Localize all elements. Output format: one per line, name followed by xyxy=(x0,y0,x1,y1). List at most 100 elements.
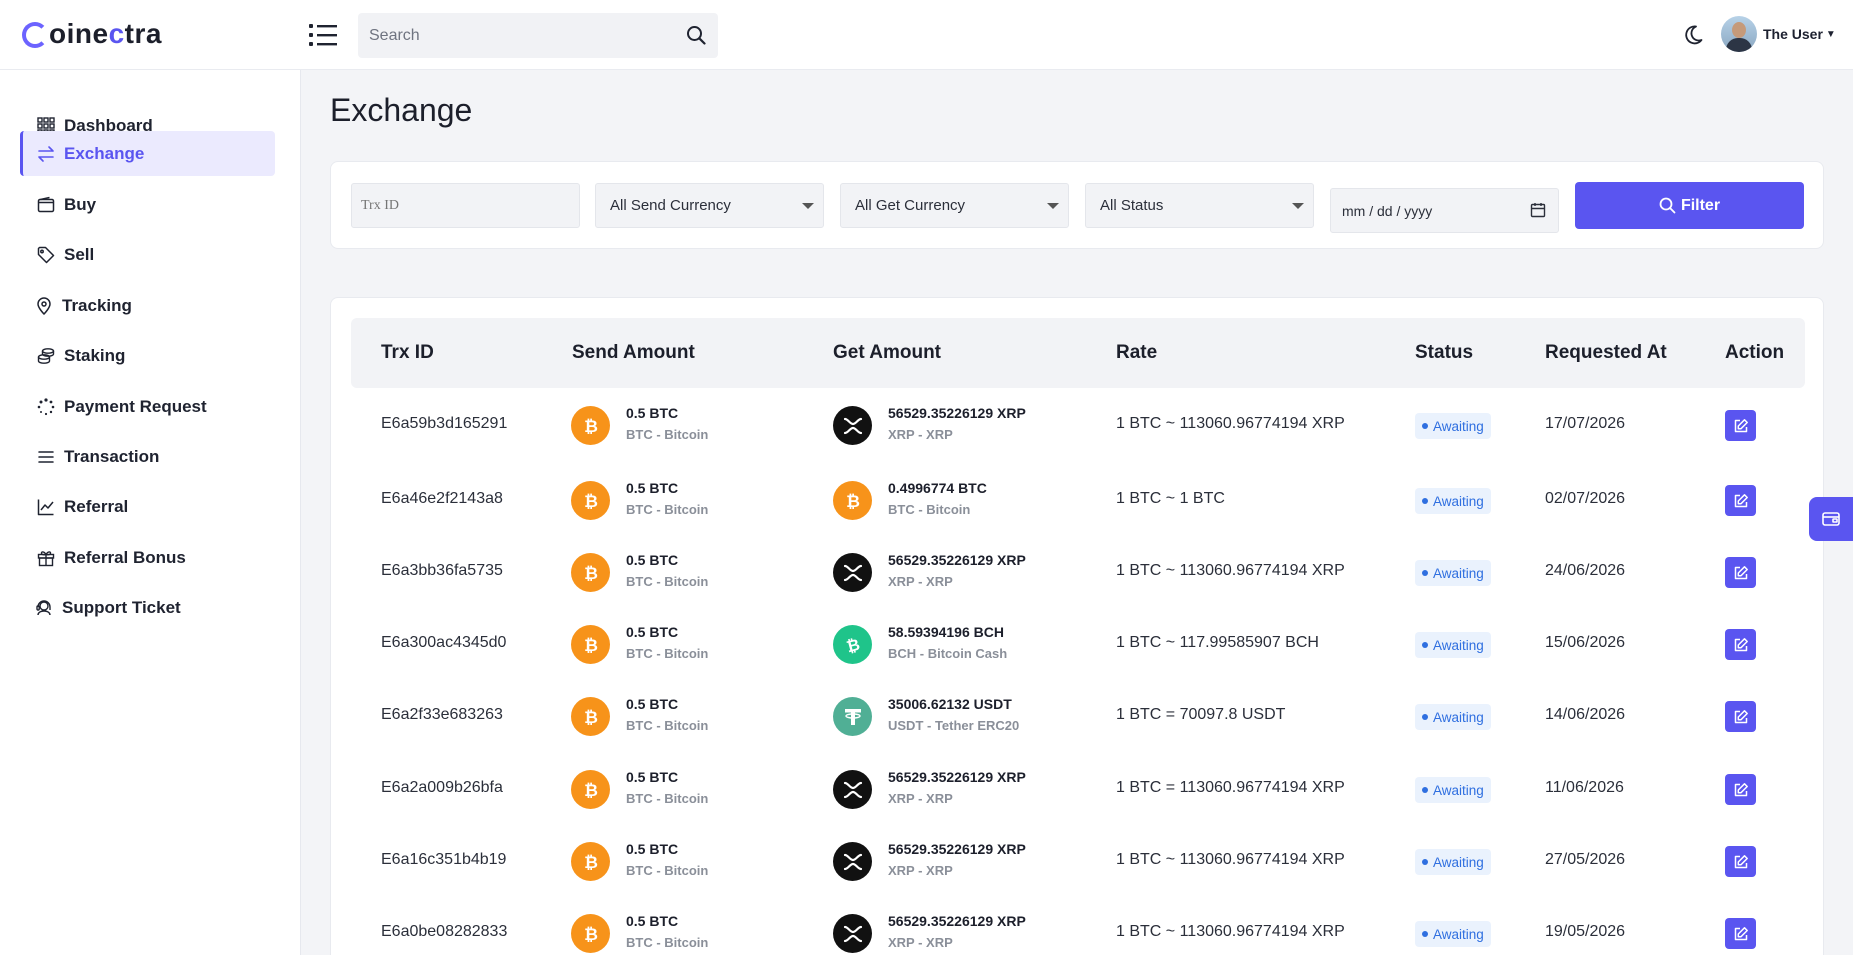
get-currency-select[interactable]: All Get Currency xyxy=(840,183,1069,228)
edit-button[interactable] xyxy=(1725,846,1756,877)
status-badge: Awaiting xyxy=(1415,704,1491,730)
rate: 1 BTC ~ 113060.96774194 XRP xyxy=(1116,562,1345,579)
rate: 1 BTC = 113060.96774194 XRP xyxy=(1116,779,1345,796)
edit-button[interactable] xyxy=(1725,557,1756,588)
date-input[interactable]: mm / dd / yyyy xyxy=(1330,188,1559,233)
svg-text:₿: ₿ xyxy=(584,492,598,512)
tag-icon xyxy=(36,245,56,265)
sidebar-item-referral-bonus[interactable]: Referral Bonus xyxy=(20,535,275,580)
requested-at: 24/06/2026 xyxy=(1545,562,1626,579)
send-currency-select[interactable]: All Send Currency xyxy=(595,183,824,228)
status-select[interactable]: All Status xyxy=(1085,183,1314,228)
rate: 1 BTC ~ 113060.96774194 XRP xyxy=(1116,923,1345,940)
sidebar-item-label: Tracking xyxy=(62,295,132,315)
app-logo[interactable]: oinectra xyxy=(22,18,162,50)
floating-wallet-button[interactable] xyxy=(1809,497,1853,541)
svg-text:₿: ₿ xyxy=(584,564,598,584)
sidebar-item-referral[interactable]: Referral xyxy=(20,484,275,529)
avatar xyxy=(1721,16,1757,52)
page-title: Exchange xyxy=(330,92,473,128)
get-amount: 56529.35226129 XRP XRP - XRP xyxy=(888,405,1026,442)
headset-icon xyxy=(34,598,54,618)
sidebar: Dashboard Exchange Buy Sell Tracking Sta… xyxy=(0,70,301,955)
svg-text:₿: ₿ xyxy=(846,492,860,512)
sidebar-item-staking[interactable]: Staking xyxy=(20,333,275,378)
status-badge: Awaiting xyxy=(1415,560,1491,586)
edit-button[interactable] xyxy=(1725,918,1756,949)
sidebar-item-sell[interactable]: Sell xyxy=(20,232,275,277)
wallet-icon xyxy=(36,195,56,215)
send-amount: 0.5 BTC BTC - Bitcoin xyxy=(626,480,709,517)
xrp-coin-icon xyxy=(833,914,872,953)
requested-at: 19/05/2026 xyxy=(1545,923,1626,940)
sidebar-item-buy[interactable]: Buy xyxy=(20,182,275,227)
send-amount: 0.5 BTC BTC - Bitcoin xyxy=(626,841,709,878)
menu-toggle-icon[interactable] xyxy=(308,21,338,49)
requested-at: 15/06/2026 xyxy=(1545,634,1626,651)
edit-button[interactable] xyxy=(1725,485,1756,516)
filter-button[interactable]: Filter xyxy=(1575,182,1804,229)
chevron-down-icon: ▼ xyxy=(1825,28,1836,40)
sidebar-item-exchange[interactable]: Exchange xyxy=(20,131,275,176)
trx-id: E6a2f33e683263 xyxy=(381,706,503,723)
edit-button[interactable] xyxy=(1725,410,1756,441)
sidebar-item-payment-request[interactable]: Payment Request xyxy=(20,384,275,429)
requested-at: 02/07/2026 xyxy=(1545,490,1626,507)
coins-stack-icon xyxy=(36,346,56,366)
table-row: E6a3bb36fa5735 ₿ 0.5 BTC BTC - Bitcoin 56529… xyxy=(331,536,1823,609)
edit-icon xyxy=(1734,709,1748,723)
status-badge: Awaiting xyxy=(1415,921,1491,947)
sidebar-item-label: Referral xyxy=(64,496,129,516)
column-header-trx-id: Trx ID xyxy=(381,342,434,363)
sidebar-item-tracking[interactable]: Tracking xyxy=(20,283,275,328)
search-icon[interactable] xyxy=(686,25,706,45)
status-dot xyxy=(1422,423,1428,429)
dark-mode-toggle-icon[interactable] xyxy=(1682,24,1704,46)
top-bar: oinectra The User ▼ xyxy=(0,0,1853,70)
bch-coin-icon: ₿ xyxy=(833,625,872,664)
status-dot xyxy=(1422,642,1428,648)
search-input[interactable] xyxy=(358,26,658,45)
sidebar-item-transaction[interactable]: Transaction xyxy=(20,434,275,479)
dropdown-arrow-icon xyxy=(1292,203,1304,209)
send-amount: 0.5 BTC BTC - Bitcoin xyxy=(626,552,709,589)
edit-icon xyxy=(1734,854,1748,868)
table-row: E6a300ac4345d0 ₿ 0.5 BTC BTC - Bitcoin ₿ 58.5… xyxy=(331,608,1823,681)
edit-button[interactable] xyxy=(1725,774,1756,805)
sidebar-item-label: Referral Bonus xyxy=(64,547,186,567)
get-currency-value: All Get Currency xyxy=(855,197,966,214)
filter-button-label: Filter xyxy=(1680,196,1721,214)
status-badge: Awaiting xyxy=(1415,849,1491,875)
edit-icon xyxy=(1734,418,1748,432)
rate: 1 BTC = 70097.8 USDT xyxy=(1116,706,1286,723)
trx-id-input[interactable] xyxy=(351,183,580,228)
search-box xyxy=(358,13,718,58)
list-lines-icon xyxy=(36,447,56,467)
search-icon xyxy=(1659,197,1676,214)
btc-coin-icon: ₿ xyxy=(571,625,610,664)
column-header-rate: Rate xyxy=(1116,342,1158,363)
table-row: E6a46e2f2143a8 ₿ 0.5 BTC BTC - Bitcoin ₿ 0.49… xyxy=(331,464,1823,537)
table-row: E6a16c351b4b19 ₿ 0.5 BTC BTC - Bitcoin 56529… xyxy=(331,825,1823,898)
sidebar-item-label: Support Ticket xyxy=(62,597,181,617)
gift-icon xyxy=(36,548,56,568)
get-amount: 35006.62132 USDT USDT - Tether ERC20 xyxy=(888,696,1020,733)
calendar-icon[interactable] xyxy=(1530,202,1546,218)
requested-at: 27/05/2026 xyxy=(1545,851,1626,868)
location-pin-icon xyxy=(34,296,54,316)
trx-id: E6a2a009b26bfa xyxy=(381,779,503,796)
requested-at: 11/06/2026 xyxy=(1545,779,1624,796)
user-menu[interactable]: The User ▼ xyxy=(1721,16,1836,52)
edit-button[interactable] xyxy=(1725,701,1756,732)
status-dot xyxy=(1422,498,1428,504)
trx-id: E6a16c351b4b19 xyxy=(381,851,507,868)
sidebar-item-support-ticket[interactable]: Support Ticket xyxy=(20,585,275,630)
requested-at: 17/07/2026 xyxy=(1545,415,1626,432)
table-row: E6a59b3d165291 ₿ 0.5 BTC BTC - Bitcoin 56529… xyxy=(331,389,1823,462)
sidebar-item-label: Payment Request xyxy=(64,396,207,416)
status-value: All Status xyxy=(1100,197,1164,214)
status-dot xyxy=(1422,859,1428,865)
xrp-coin-icon xyxy=(833,842,872,881)
edit-button[interactable] xyxy=(1725,629,1756,660)
column-header-action: Action xyxy=(1725,342,1785,363)
